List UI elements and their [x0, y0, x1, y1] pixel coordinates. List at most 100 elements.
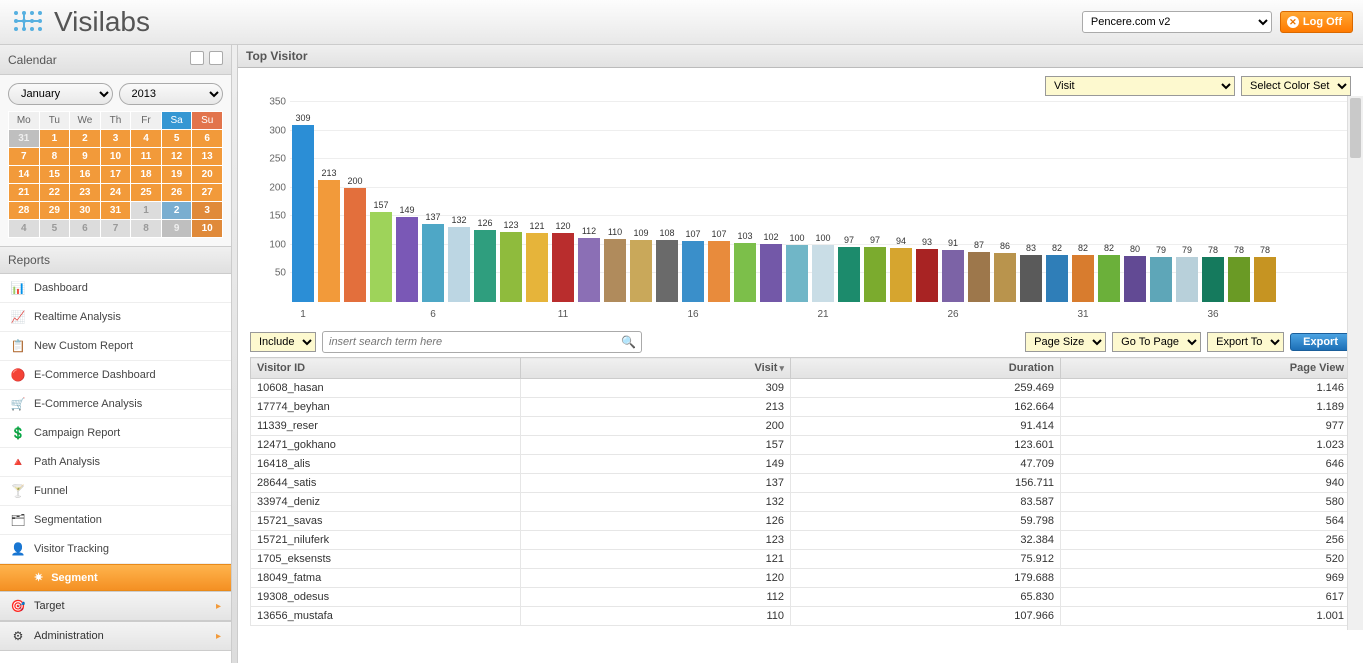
table-row[interactable]: 11339_reser20091.414977 [251, 417, 1351, 436]
sidebar-item[interactable]: 🔺Path Analysis [0, 448, 231, 477]
calendar-grid[interactable]: MoTuWeThFrSaSu31123456789101112131415161… [8, 111, 223, 238]
chart-bar[interactable] [682, 241, 704, 302]
goto-page-select[interactable]: Go To Page [1112, 332, 1201, 352]
chart-bar[interactable] [422, 224, 444, 302]
col-visitor-id[interactable]: Visitor ID [251, 358, 521, 379]
chart-bar[interactable] [1254, 257, 1276, 302]
color-set-select[interactable]: Select Color Set [1241, 76, 1351, 96]
table-row[interactable]: 18049_fatma120179.688969 [251, 569, 1351, 588]
chart-bar[interactable] [526, 233, 548, 302]
calendar-day[interactable]: 15 [39, 166, 70, 184]
calendar-day[interactable]: 8 [131, 220, 162, 238]
calendar-day[interactable]: 19 [161, 166, 192, 184]
calendar-day[interactable]: 23 [70, 184, 101, 202]
sidebar-item[interactable]: 💲Campaign Report [0, 419, 231, 448]
accordion-head[interactable]: 🎯Target▸ [0, 591, 231, 621]
chart-bar[interactable] [630, 240, 652, 302]
chart-bar[interactable] [916, 249, 938, 302]
chart-bar[interactable] [396, 217, 418, 302]
table-row[interactable]: 33974_deniz13283.587580 [251, 493, 1351, 512]
table-row[interactable]: 15721_savas12659.798564 [251, 512, 1351, 531]
col-visit[interactable]: Visit▾ [521, 358, 791, 379]
calendar-day[interactable]: 7 [9, 148, 40, 166]
calendar-day[interactable]: 3 [100, 130, 131, 148]
calendar-day[interactable]: 3 [192, 202, 223, 220]
export-button[interactable]: Export [1290, 333, 1351, 351]
chart-bar[interactable] [890, 248, 912, 302]
search-input[interactable] [322, 331, 642, 353]
chart-bar[interactable] [708, 241, 730, 302]
chart-bar[interactable] [656, 240, 678, 302]
calendar-day[interactable]: 10 [192, 220, 223, 238]
sidebar-item-segment[interactable]: ✷Segment [0, 564, 231, 591]
table-row[interactable]: 28644_satis137156.711940 [251, 474, 1351, 493]
calendar-day[interactable]: 31 [100, 202, 131, 220]
sidebar-item[interactable]: 👤Visitor Tracking [0, 535, 231, 564]
calendar-day[interactable]: 28 [9, 202, 40, 220]
table-row[interactable]: 12471_gokhano157123.6011.023 [251, 436, 1351, 455]
search-icon[interactable]: 🔍 [621, 335, 636, 349]
chart-bar[interactable] [448, 227, 470, 302]
calendar-day[interactable]: 27 [192, 184, 223, 202]
chart-bar[interactable] [1150, 257, 1172, 302]
table-row[interactable]: 10608_hasan309259.4691.146 [251, 379, 1351, 398]
scroll-thumb[interactable] [1350, 98, 1361, 158]
metric-select[interactable]: Visit [1045, 76, 1235, 96]
calendar-day[interactable]: 13 [192, 148, 223, 166]
calendar-day[interactable]: 24 [100, 184, 131, 202]
calendar-day[interactable]: 16 [70, 166, 101, 184]
chart-bar[interactable] [1228, 257, 1250, 302]
calendar-day[interactable]: 5 [39, 220, 70, 238]
calendar-day[interactable]: 9 [70, 148, 101, 166]
calendar-day[interactable]: 18 [131, 166, 162, 184]
calendar-day[interactable]: 22 [39, 184, 70, 202]
calendar-day[interactable]: 21 [9, 184, 40, 202]
calendar-day[interactable]: 12 [161, 148, 192, 166]
chart-bar[interactable] [734, 243, 756, 302]
table-row[interactable]: 17774_beyhan213162.6641.189 [251, 398, 1351, 417]
calendar-day[interactable]: 14 [9, 166, 40, 184]
chart-bar[interactable] [474, 230, 496, 302]
calendar-day[interactable]: 5 [161, 130, 192, 148]
calendar-day[interactable]: 20 [192, 166, 223, 184]
chart-bar[interactable] [760, 244, 782, 302]
chart-bar[interactable] [604, 239, 626, 302]
scrollbar[interactable] [1347, 96, 1363, 630]
chart-bar[interactable] [994, 253, 1016, 302]
table-row[interactable]: 15721_niluferk12332.384256 [251, 531, 1351, 550]
calendar-day[interactable]: 4 [9, 220, 40, 238]
chart-bar[interactable] [1098, 255, 1120, 302]
chart-bar[interactable] [1202, 257, 1224, 302]
calendar-day[interactable]: 6 [70, 220, 101, 238]
calendar-mode-icon[interactable] [190, 51, 204, 65]
sidebar-item[interactable]: 📊Dashboard [0, 274, 231, 303]
page-size-select[interactable]: Page Size [1025, 332, 1106, 352]
calendar-day[interactable]: 1 [131, 202, 162, 220]
chart-bar[interactable] [838, 247, 860, 302]
sidebar-item[interactable]: 📋New Custom Report [0, 332, 231, 361]
calendar-day[interactable]: 17 [100, 166, 131, 184]
export-to-select[interactable]: Export To [1207, 332, 1284, 352]
calendar-day[interactable]: 4 [131, 130, 162, 148]
calendar-day[interactable]: 1 [39, 130, 70, 148]
chart-bar[interactable] [318, 180, 340, 302]
chart-bar[interactable] [786, 245, 808, 302]
chart-bar[interactable] [1046, 255, 1068, 302]
site-select[interactable]: Pencere.com v2 [1082, 11, 1272, 33]
table-row[interactable]: 13656_mustafa110107.9661.001 [251, 607, 1351, 626]
calendar-day[interactable]: 30 [70, 202, 101, 220]
calendar-day[interactable]: 6 [192, 130, 223, 148]
chart-bar[interactable] [1124, 256, 1146, 302]
calendar-day[interactable]: 26 [161, 184, 192, 202]
table-row[interactable]: 1705_eksensts12175.912520 [251, 550, 1351, 569]
chart-bar[interactable] [344, 188, 366, 302]
calendar-day[interactable]: 11 [131, 148, 162, 166]
calendar-day[interactable]: 29 [39, 202, 70, 220]
sidebar-item[interactable]: 🔴E-Commerce Dashboard [0, 361, 231, 390]
calendar-day[interactable]: 2 [70, 130, 101, 148]
calendar-day[interactable]: 9 [161, 220, 192, 238]
calendar-range-icon[interactable] [209, 51, 223, 65]
include-select[interactable]: Include [250, 332, 316, 352]
chart-bar[interactable] [942, 250, 964, 302]
accordion-head[interactable]: ⚙Administration▸ [0, 621, 231, 651]
